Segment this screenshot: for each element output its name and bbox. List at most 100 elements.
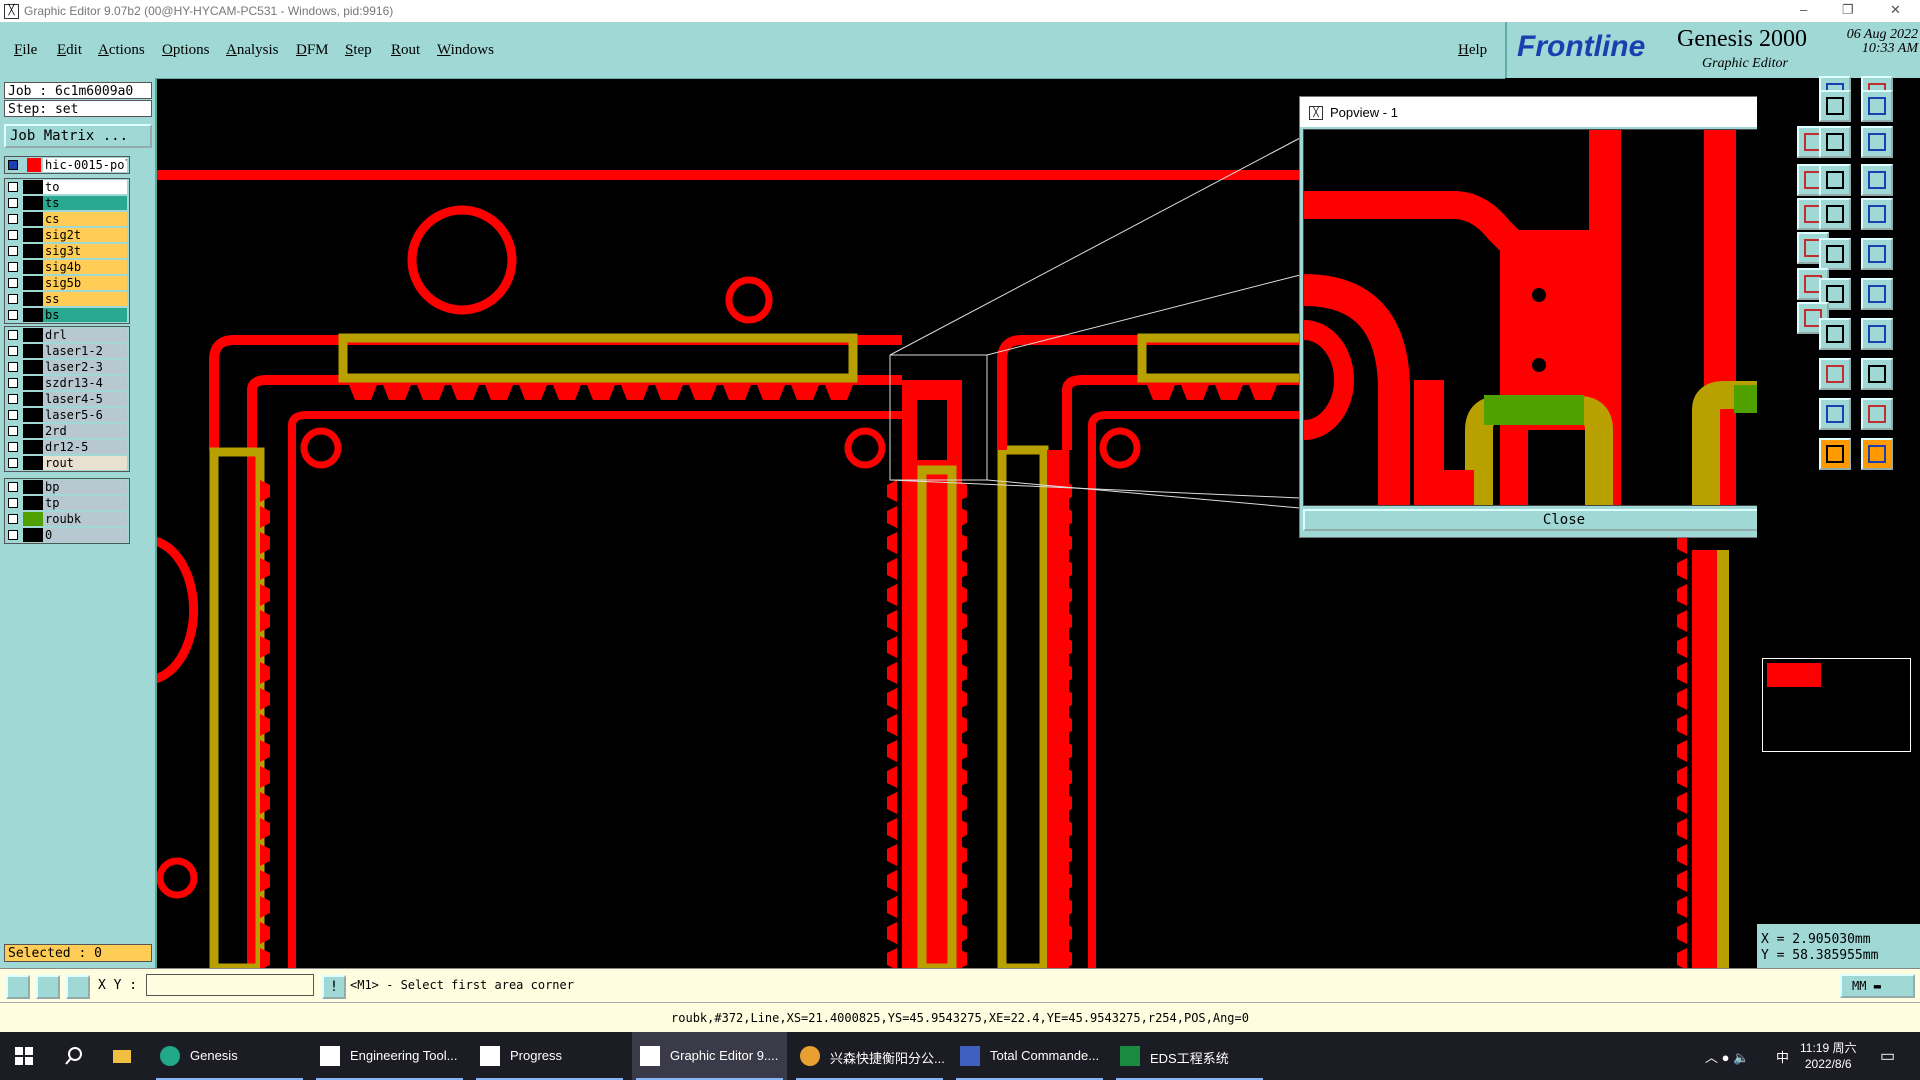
menu-windows[interactable]: Windows	[437, 42, 494, 59]
layer-row[interactable]: roubk	[5, 511, 129, 527]
taskbar-app-genesis[interactable]: Genesis	[152, 1032, 307, 1080]
layer-checkbox[interactable]	[8, 214, 18, 224]
layer-row[interactable]: laser1-2	[5, 343, 129, 359]
layer-checkbox[interactable]	[8, 330, 18, 340]
layer-row[interactable]: bs	[5, 307, 129, 323]
taskbar-app-progress[interactable]: Progress	[472, 1032, 627, 1080]
layer-row[interactable]: laser2-3	[5, 359, 129, 375]
layer-row[interactable]: sig3t	[5, 243, 129, 259]
file-explorer-button[interactable]	[100, 1032, 144, 1080]
layer-row[interactable]: cs	[5, 211, 129, 227]
layer-checkbox[interactable]	[8, 514, 18, 524]
snap-icon[interactable]	[6, 975, 30, 999]
layer-checkbox[interactable]	[8, 182, 18, 192]
rotate-icon[interactable]	[1819, 318, 1851, 350]
layer-checkbox[interactable]	[8, 442, 18, 452]
layer-checkbox[interactable]	[8, 498, 18, 508]
cursor-icon[interactable]	[1819, 438, 1851, 470]
ruler-icon[interactable]	[1819, 238, 1851, 270]
system-clock[interactable]: 11:19 周六 2022/8/6	[1800, 1040, 1856, 1072]
measure-icon[interactable]	[1819, 358, 1851, 390]
text-icon[interactable]	[1861, 398, 1893, 430]
layer-row[interactable]: sig5b	[5, 275, 129, 291]
layer-row[interactable]: laser5-6	[5, 407, 129, 423]
layer-row[interactable]: 0	[5, 527, 129, 543]
menu-analysis[interactable]: Analysis	[226, 42, 279, 59]
menu-dfm[interactable]: DFM	[296, 42, 329, 59]
text-icon[interactable]	[1819, 398, 1851, 430]
drc-icon[interactable]	[1819, 198, 1851, 230]
layer-row[interactable]: to	[5, 179, 129, 195]
layer-checkbox[interactable]	[8, 246, 18, 256]
start-button[interactable]	[0, 1032, 48, 1080]
popview-close-button[interactable]: Close	[1303, 509, 1825, 531]
layout-icon[interactable]	[1861, 90, 1893, 122]
drc-icon[interactable]	[1861, 198, 1893, 230]
layer-checkbox[interactable]	[8, 482, 18, 492]
layer-row[interactable]: dr12-5	[5, 439, 129, 455]
taskbar-app-xingsen[interactable]: 兴森快捷衡阳分公...	[792, 1032, 947, 1080]
layer-row[interactable]: rout	[5, 455, 129, 471]
ratio-icon[interactable]	[1819, 164, 1851, 196]
menu-options[interactable]: Options	[162, 42, 210, 59]
units-button[interactable]: MM ▬	[1840, 974, 1915, 998]
menu-file[interactable]: File	[14, 42, 37, 59]
notification-icon[interactable]: ▭	[1880, 1046, 1895, 1066]
restore-button[interactable]: ❐	[1842, 2, 1854, 18]
layer-row[interactable]: sig2t	[5, 227, 129, 243]
popview-canvas[interactable]	[1303, 129, 1795, 506]
layer-row[interactable]: laser4-5	[5, 391, 129, 407]
layer-row[interactable]: bp	[5, 479, 129, 495]
select-icon[interactable]	[1861, 438, 1893, 470]
home-icon[interactable]	[1819, 90, 1851, 122]
info-icon[interactable]: !	[322, 975, 346, 999]
layer-checkbox[interactable]	[8, 378, 18, 388]
job-matrix-button[interactable]: Job Matrix ...	[4, 124, 152, 148]
stack-icon[interactable]	[1861, 126, 1893, 158]
menu-actions[interactable]: Actions	[98, 42, 145, 59]
ime-indicator[interactable]: 中	[1776, 1047, 1789, 1066]
menu-step[interactable]: Step	[345, 42, 372, 59]
layer-row[interactable]: szdr13-4	[5, 375, 129, 391]
layer-checkbox[interactable]	[8, 198, 18, 208]
net-icon[interactable]	[1861, 358, 1893, 390]
layer-row[interactable]: sig4b	[5, 259, 129, 275]
xy-input[interactable]	[146, 974, 314, 996]
tray-icons[interactable]: ︿ ● 🔈	[1705, 1047, 1749, 1066]
taskbar-app-engineering-tool[interactable]: Engineering Tool...	[312, 1032, 467, 1080]
search-button[interactable]	[52, 1032, 96, 1080]
help-icon[interactable]	[1861, 164, 1893, 196]
layer-row[interactable]: tp	[5, 495, 129, 511]
work-layer[interactable]: hic-0015-pol	[5, 157, 129, 173]
layer-checkbox[interactable]	[8, 394, 18, 404]
layer-checkbox[interactable]	[8, 294, 18, 304]
measure-icon[interactable]	[36, 975, 60, 999]
layer-checkbox[interactable]	[8, 362, 18, 372]
layer-checkbox[interactable]	[8, 426, 18, 436]
layer-row[interactable]: ts	[5, 195, 129, 211]
layer-checkbox[interactable]	[8, 278, 18, 288]
layer-row[interactable]: ss	[5, 291, 129, 307]
menu-rout[interactable]: Rout	[391, 42, 420, 59]
grid-icon[interactable]	[66, 975, 90, 999]
layer-row[interactable]: 2rd	[5, 423, 129, 439]
taskbar-app-graphic-editor[interactable]: Graphic Editor 9....	[632, 1032, 787, 1080]
work-layer-checkbox[interactable]	[8, 160, 18, 170]
layer-checkbox[interactable]	[8, 262, 18, 272]
layer-checkbox[interactable]	[8, 530, 18, 540]
taskbar-app-total-commander[interactable]: Total Commande...	[952, 1032, 1107, 1080]
connect-icon[interactable]	[1861, 278, 1893, 310]
overview-minimap[interactable]	[1762, 658, 1911, 752]
snap-icon[interactable]	[1819, 126, 1851, 158]
layer-checkbox[interactable]	[8, 310, 18, 320]
layer-checkbox[interactable]	[8, 410, 18, 420]
pad-icon[interactable]	[1861, 238, 1893, 270]
mirror-icon[interactable]	[1861, 318, 1893, 350]
layer-row[interactable]: drl	[5, 327, 129, 343]
menu-edit[interactable]: Edit	[57, 42, 82, 59]
minimize-button[interactable]: –	[1800, 2, 1807, 17]
layer-checkbox[interactable]	[8, 346, 18, 356]
close-button[interactable]: ✕	[1890, 2, 1901, 18]
taskbar-app-eds[interactable]: EDS工程系统	[1112, 1032, 1267, 1080]
layer-checkbox[interactable]	[8, 458, 18, 468]
